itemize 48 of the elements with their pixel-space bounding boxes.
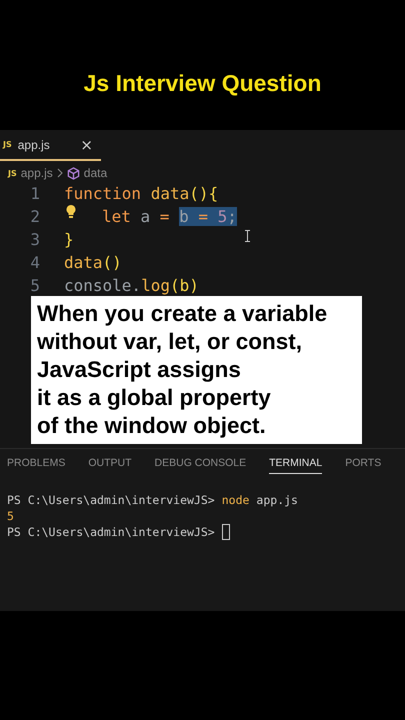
terminal-prompt: PS C:\Users\admin\interviewJS>	[7, 524, 215, 540]
line-number: 3	[29, 230, 40, 249]
caption-line: of the window object.	[37, 412, 267, 440]
code-token: function	[64, 184, 142, 203]
code-token: 5	[218, 207, 228, 226]
code-token: }	[64, 230, 74, 249]
code-token: (){	[189, 184, 218, 203]
code-token: data	[64, 253, 103, 272]
code-token: console.	[64, 276, 142, 295]
video-title: Js Interview Question	[84, 70, 322, 96]
panel-tab[interactable]: PORTS	[345, 457, 382, 474]
caption-line: When you create a variable	[37, 300, 328, 328]
terminal-cursor	[222, 524, 230, 540]
breadcrumb-item[interactable]: app.js	[20, 166, 53, 180]
terminal-output: 5	[7, 508, 14, 524]
terminal-prompt: PS C:\Users\admin\interviewJS>	[7, 492, 215, 508]
js-file-icon: JS	[3, 140, 12, 149]
caption-line: without var, let, or const,	[37, 328, 304, 356]
line-number: 2	[29, 207, 40, 226]
code-token: a	[140, 207, 152, 226]
js-file-icon: JS	[8, 168, 17, 178]
code-token: ;	[227, 207, 237, 226]
code-token: log	[141, 276, 170, 295]
file-tab[interactable]: JS app.js ×	[0, 130, 101, 161]
panel-tab[interactable]: OUTPUT	[88, 457, 132, 474]
code-token: ()	[102, 253, 122, 272]
line-number: 5	[29, 276, 40, 295]
panel-tab[interactable]: DEBUG CONSOLE	[154, 457, 246, 474]
caption-line: it as a global property	[37, 384, 272, 412]
code-token: =	[198, 207, 218, 226]
line-number: 4	[29, 253, 40, 272]
caption-line: JavaScript assigns	[37, 356, 242, 384]
chevron-icon	[56, 168, 63, 178]
text-cursor-icon	[244, 230, 251, 242]
terminal-command: node	[222, 492, 250, 508]
lightbulb-icon[interactable]	[66, 205, 76, 219]
code-token: b	[179, 207, 198, 226]
terminal-argument: app.js	[256, 492, 298, 508]
cube-icon	[66, 166, 80, 180]
code-token: let	[102, 207, 132, 226]
code-token: =	[160, 207, 170, 226]
code-token: (b)	[170, 276, 199, 295]
line-number: 1	[29, 184, 40, 203]
close-icon[interactable]: ×	[80, 136, 93, 154]
breadcrumb-item[interactable]: data	[84, 166, 108, 180]
code-token: data	[150, 184, 190, 203]
panel-tab[interactable]: PROBLEMS	[7, 457, 66, 474]
panel-tab[interactable]: TERMINAL	[269, 457, 322, 474]
